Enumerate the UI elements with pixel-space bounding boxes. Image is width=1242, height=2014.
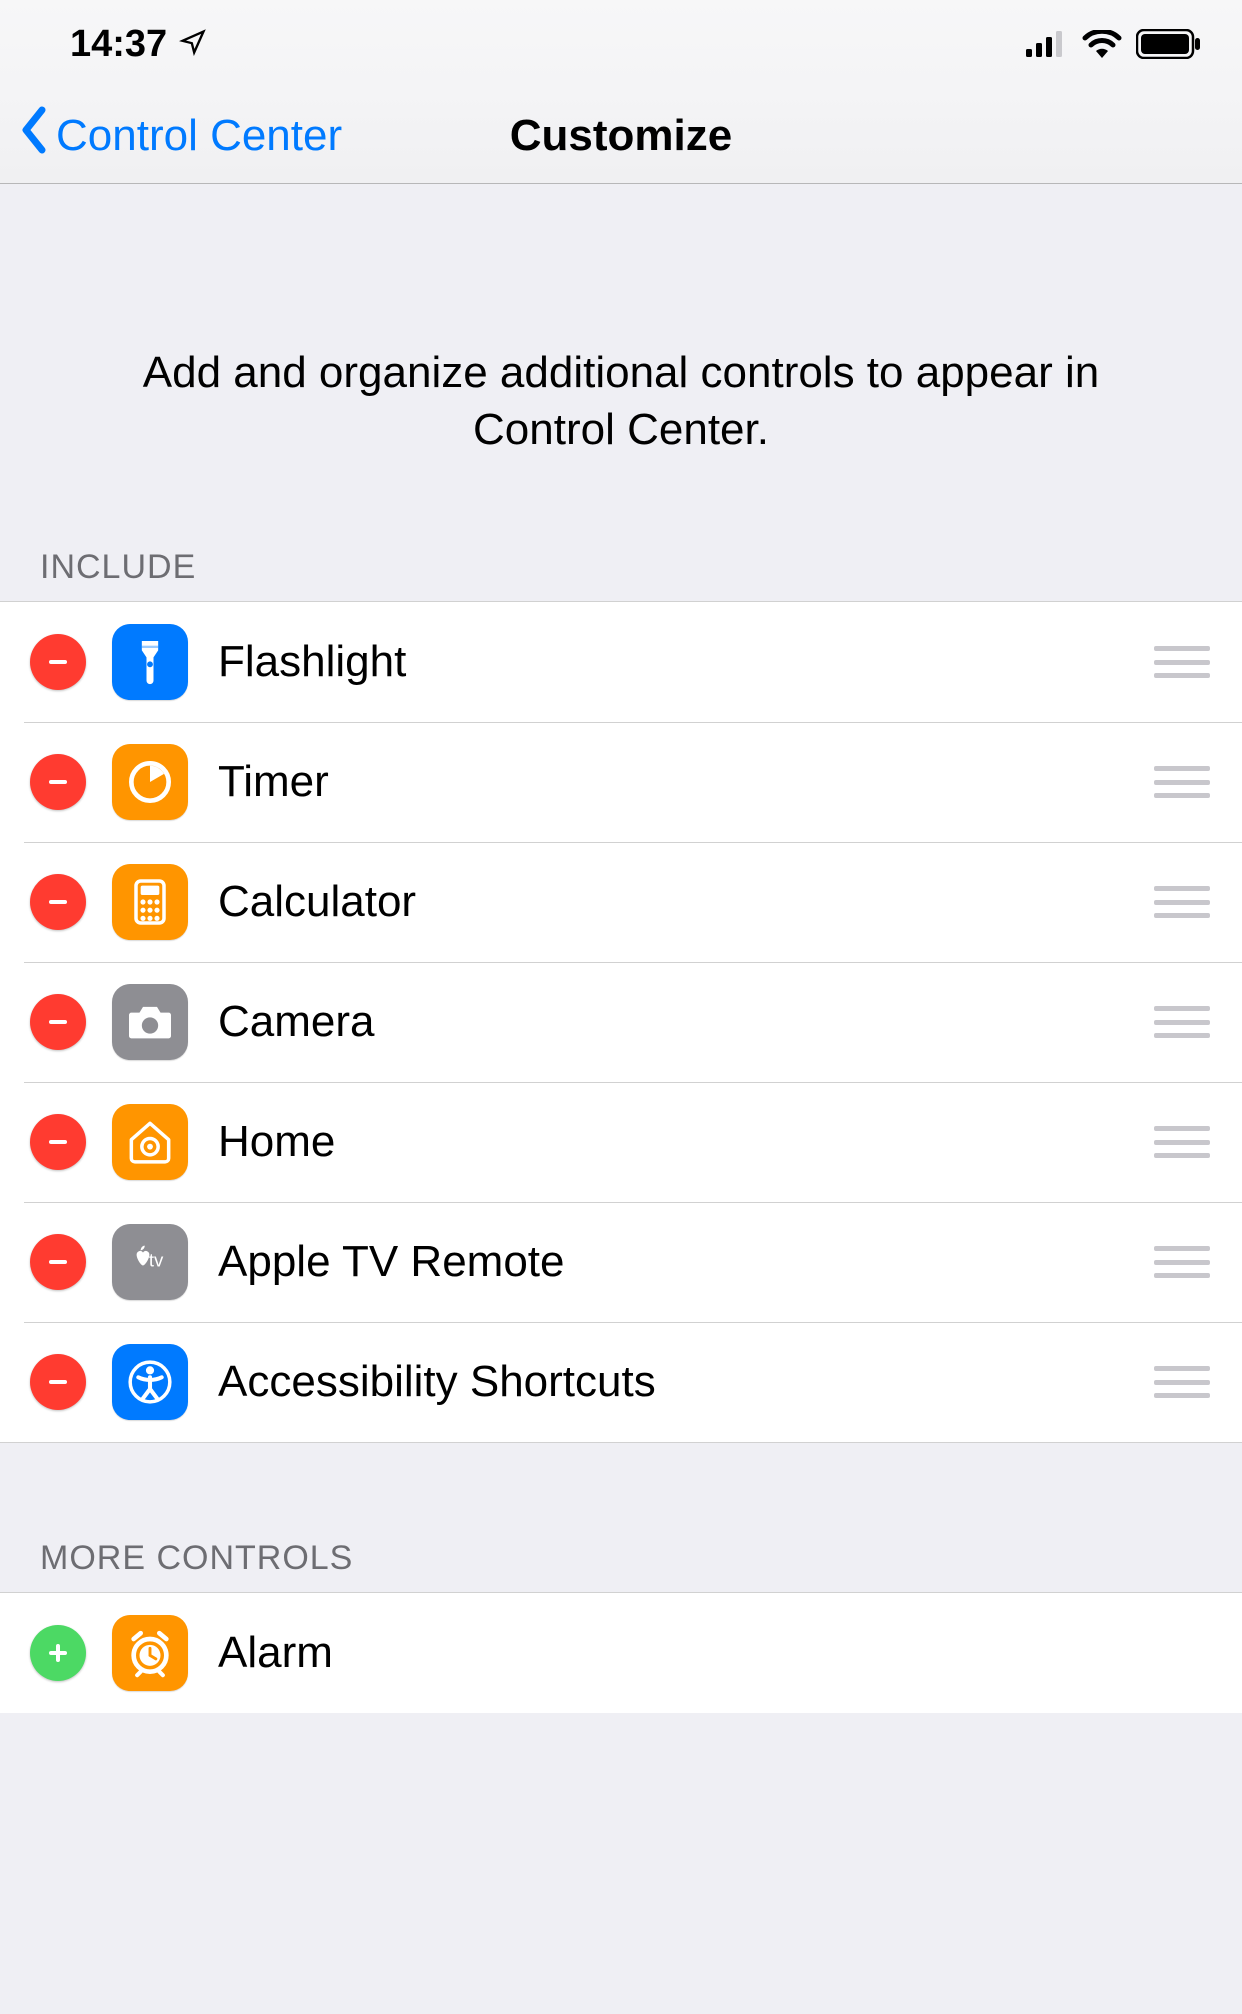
nav-title: Customize xyxy=(510,111,732,161)
row-label: Timer xyxy=(218,757,1154,807)
remove-button[interactable] xyxy=(30,634,86,690)
accessibility-icon xyxy=(112,1344,188,1420)
remove-button[interactable] xyxy=(30,1354,86,1410)
list-item: Alarm xyxy=(0,1593,1242,1713)
section-header-more: More Controls xyxy=(0,1529,1242,1592)
drag-handle-icon[interactable] xyxy=(1154,886,1210,918)
drag-handle-icon[interactable] xyxy=(1154,1006,1210,1038)
status-left: 14:37 xyxy=(70,23,207,66)
list-item: Timer xyxy=(0,722,1242,842)
status-bar: 14:37 xyxy=(0,0,1242,88)
drag-handle-icon[interactable] xyxy=(1154,766,1210,798)
list-item: Calculator xyxy=(0,842,1242,962)
timer-icon xyxy=(112,744,188,820)
cellular-signal-icon xyxy=(1026,31,1068,57)
chevron-left-icon xyxy=(20,106,48,165)
remove-button[interactable] xyxy=(30,1114,86,1170)
row-label: Home xyxy=(218,1117,1154,1167)
back-button[interactable]: Control Center xyxy=(20,106,342,165)
row-label: Camera xyxy=(218,997,1154,1047)
home-icon xyxy=(112,1104,188,1180)
include-table: Flashlight Timer Calculator Camera Home Apple… xyxy=(0,601,1242,1443)
wifi-icon xyxy=(1082,30,1122,58)
nav-bar: Control Center Customize xyxy=(0,88,1242,184)
calculator-icon xyxy=(112,864,188,940)
camera-icon xyxy=(112,984,188,1060)
intro-text: Add and organize additional controls to … xyxy=(0,184,1242,538)
list-item: Apple TV Remote xyxy=(0,1202,1242,1322)
drag-handle-icon[interactable] xyxy=(1154,1246,1210,1278)
drag-handle-icon[interactable] xyxy=(1154,1126,1210,1158)
remove-button[interactable] xyxy=(30,994,86,1050)
list-item: Home xyxy=(0,1082,1242,1202)
drag-handle-icon[interactable] xyxy=(1154,646,1210,678)
remove-button[interactable] xyxy=(30,754,86,810)
location-arrow-icon xyxy=(179,23,207,66)
row-label: Calculator xyxy=(218,877,1154,927)
list-item: Flashlight xyxy=(0,602,1242,722)
list-item: Camera xyxy=(0,962,1242,1082)
add-button[interactable] xyxy=(30,1625,86,1681)
status-right xyxy=(1026,29,1202,59)
flashlight-icon xyxy=(112,624,188,700)
list-item: Accessibility Shortcuts xyxy=(0,1322,1242,1442)
remove-button[interactable] xyxy=(30,1234,86,1290)
battery-icon xyxy=(1136,29,1202,59)
status-time: 14:37 xyxy=(70,23,167,66)
alarm-icon xyxy=(112,1615,188,1691)
row-label: Flashlight xyxy=(218,637,1154,687)
more-table: Alarm xyxy=(0,1592,1242,1713)
appletv-icon xyxy=(112,1224,188,1300)
row-label: Apple TV Remote xyxy=(218,1237,1154,1287)
row-label: Alarm xyxy=(218,1628,1216,1678)
back-label: Control Center xyxy=(56,111,342,161)
section-header-include: Include xyxy=(0,538,1242,601)
remove-button[interactable] xyxy=(30,874,86,930)
drag-handle-icon[interactable] xyxy=(1154,1366,1210,1398)
row-label: Accessibility Shortcuts xyxy=(218,1357,1154,1407)
